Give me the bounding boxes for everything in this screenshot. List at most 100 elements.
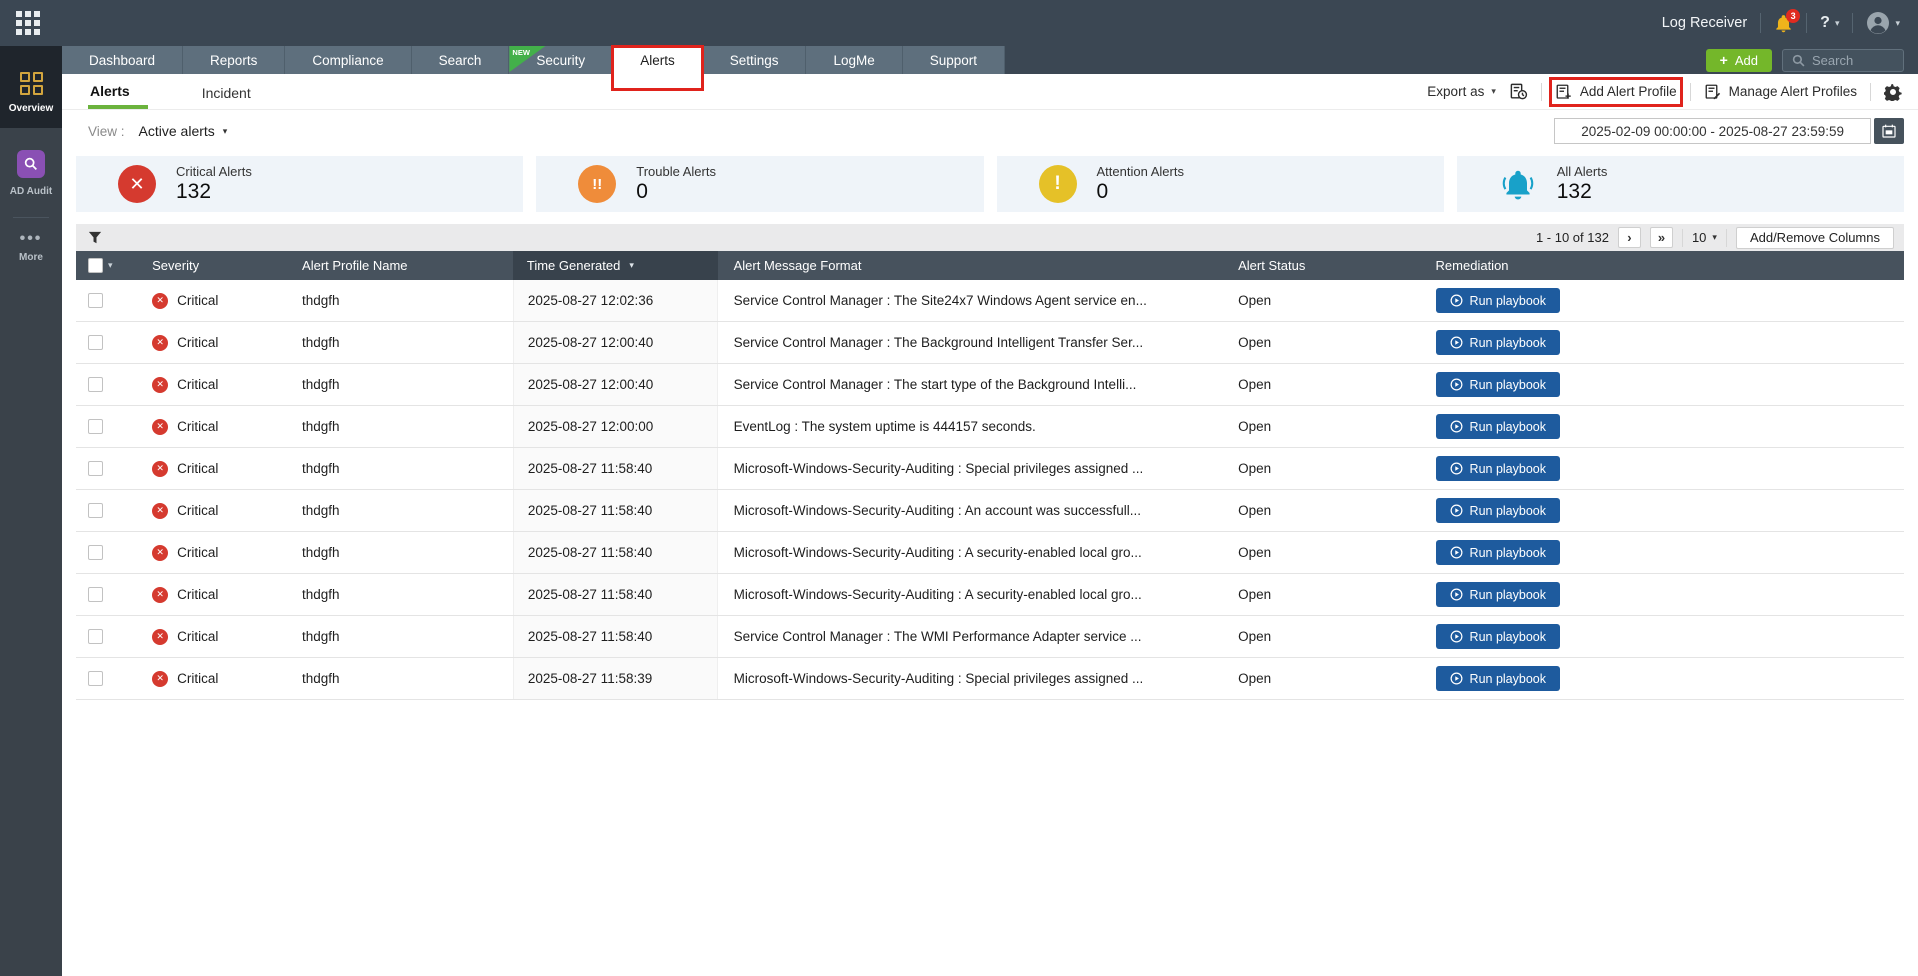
run-playbook-button[interactable]: Run playbook [1435, 582, 1560, 607]
card-all-alerts[interactable]: All Alerts 132 [1456, 156, 1904, 212]
settings-gear-icon[interactable] [1884, 83, 1902, 101]
run-playbook-button[interactable]: Run playbook [1435, 372, 1560, 397]
divider [1681, 228, 1683, 247]
alert-status-value[interactable]: Open [1222, 335, 1419, 350]
run-playbook-button[interactable]: Run playbook [1435, 330, 1560, 355]
tab-reports[interactable]: Reports [183, 46, 286, 74]
run-playbook-label: Run playbook [1469, 671, 1546, 686]
last-page-button[interactable]: » [1649, 227, 1673, 248]
page-size-dropdown[interactable]: 10 ▾ [1692, 230, 1717, 245]
view-dropdown[interactable]: Active alerts ▾ [139, 123, 228, 139]
row-checkbox[interactable] [88, 629, 103, 644]
notifications-bell-icon[interactable]: 3 [1774, 8, 1801, 33]
date-range-picker[interactable]: 2025-02-09 00:00:00 - 2025-08-27 23:59:5… [1554, 118, 1904, 144]
header-remediation[interactable]: Remediation [1420, 258, 1904, 273]
header-alert-message-format[interactable]: Alert Message Format [718, 258, 1223, 273]
critical-severity-icon: ✕ [152, 586, 169, 603]
play-icon [1450, 672, 1463, 685]
card-critical-alerts[interactable]: ✕ Critical Alerts 132 [76, 156, 524, 212]
subtab-alerts[interactable]: Alerts [88, 75, 148, 109]
ad-audit-magnifier-icon [17, 150, 45, 178]
row-checkbox[interactable] [88, 671, 103, 686]
header-alert-profile-name[interactable]: Alert Profile Name [288, 258, 513, 273]
date-range-value[interactable]: 2025-02-09 00:00:00 - 2025-08-27 23:59:5… [1554, 118, 1871, 144]
tab-support[interactable]: Support [902, 46, 1006, 74]
alert-status-value[interactable]: Open [1222, 377, 1419, 392]
time-generated-value: 2025-08-27 11:58:40 [512, 616, 718, 657]
manage-alert-profiles-button[interactable]: Manage Alert Profiles [1704, 83, 1857, 101]
divider [1806, 13, 1808, 33]
add-button[interactable]: + Add [1705, 48, 1772, 72]
calendar-icon[interactable] [1874, 118, 1904, 144]
app-launcher-icon[interactable] [16, 11, 40, 35]
tab-dashboard[interactable]: Dashboard [62, 46, 184, 74]
chevron-down-icon: ▾ [222, 125, 228, 136]
run-playbook-button[interactable]: Run playbook [1435, 456, 1560, 481]
subtab-incident[interactable]: Incident [196, 77, 257, 107]
alert-status-value[interactable]: Open [1222, 629, 1419, 644]
add-alert-profile-button[interactable]: Add Alert Profile [1548, 76, 1683, 107]
run-playbook-button[interactable]: Run playbook [1435, 624, 1560, 649]
help-menu[interactable]: ? ▾ [1820, 14, 1839, 32]
table-row: ✕ Critical thdgfh 2025-08-27 11:58:40 Mi… [76, 574, 1904, 616]
global-search[interactable] [1782, 48, 1904, 72]
select-options-caret-icon[interactable]: ▾ [108, 260, 113, 271]
alert-status-value[interactable]: Open [1222, 545, 1419, 560]
alert-profile-name-value: thdgfh [302, 629, 340, 644]
add-remove-columns-button[interactable]: Add/Remove Columns [1735, 226, 1894, 249]
alert-status-value[interactable]: Open [1222, 461, 1419, 476]
row-checkbox[interactable] [88, 377, 103, 392]
tab-search[interactable]: Search [411, 46, 510, 74]
critical-severity-icon: ✕ [152, 544, 169, 561]
row-checkbox[interactable] [88, 419, 103, 434]
run-playbook-button[interactable]: Run playbook [1435, 498, 1560, 523]
alert-profile-name-value: thdgfh [302, 545, 340, 560]
add-profile-icon [1556, 84, 1571, 99]
header-severity[interactable]: Severity [138, 258, 288, 273]
row-checkbox[interactable] [88, 503, 103, 518]
alert-status-value[interactable]: Open [1222, 671, 1419, 686]
row-checkbox[interactable] [88, 461, 103, 476]
run-playbook-button[interactable]: Run playbook [1435, 414, 1560, 439]
run-playbook-button[interactable]: Run playbook [1435, 540, 1560, 565]
alert-message-value: Microsoft-Windows-Security-Auditing : A … [733, 545, 1142, 560]
severity-value: Critical [177, 629, 219, 644]
header-alert-status[interactable]: Alert Status [1222, 258, 1419, 273]
run-playbook-label: Run playbook [1469, 377, 1546, 392]
severity-value: Critical [177, 545, 219, 560]
header-time-generated[interactable]: Time Generated ▾ [512, 251, 718, 280]
run-playbook-button[interactable]: Run playbook [1435, 288, 1560, 313]
sidebar-item-overview[interactable]: Overview [0, 46, 62, 128]
next-page-button[interactable]: › [1617, 227, 1641, 248]
play-icon [1450, 588, 1463, 601]
alert-status-value[interactable]: Open [1222, 587, 1419, 602]
alert-status-value[interactable]: Open [1222, 293, 1419, 308]
select-all-checkbox[interactable] [88, 258, 103, 273]
tab-alerts[interactable]: Alerts [611, 45, 704, 91]
user-menu[interactable]: ▾ [1866, 11, 1900, 35]
row-checkbox[interactable] [88, 335, 103, 350]
run-playbook-button[interactable]: Run playbook [1435, 666, 1560, 691]
row-checkbox[interactable] [88, 587, 103, 602]
sidebar-item-ad-audit[interactable]: AD Audit [10, 150, 52, 197]
search-input[interactable] [1812, 52, 1892, 68]
sidebar-item-more[interactable]: ••• More [19, 231, 43, 264]
alert-message-value: Microsoft-Windows-Security-Auditing : A … [733, 587, 1142, 602]
filter-funnel-icon[interactable] [88, 231, 102, 245]
card-trouble-alerts[interactable]: !! Trouble Alerts 0 [536, 156, 984, 212]
tab-compliance[interactable]: Compliance [285, 46, 412, 74]
run-playbook-label: Run playbook [1469, 293, 1546, 308]
row-checkbox[interactable] [88, 293, 103, 308]
tab-security[interactable]: NEW Security [509, 46, 614, 74]
tab-logme[interactable]: LogMe [806, 46, 903, 74]
alert-status-value[interactable]: Open [1222, 503, 1419, 518]
export-as-dropdown[interactable]: Export as ▾ [1427, 84, 1496, 99]
product-title: Log Receiver [1661, 15, 1748, 31]
alert-status-value[interactable]: Open [1222, 419, 1419, 434]
row-checkbox[interactable] [88, 545, 103, 560]
play-icon [1450, 630, 1463, 643]
card-attention-alerts[interactable]: ! Attention Alerts 0 [996, 156, 1444, 212]
tab-settings[interactable]: Settings [702, 46, 807, 74]
schedule-report-icon[interactable] [1509, 82, 1528, 101]
alert-profile-name-value: thdgfh [302, 419, 340, 434]
